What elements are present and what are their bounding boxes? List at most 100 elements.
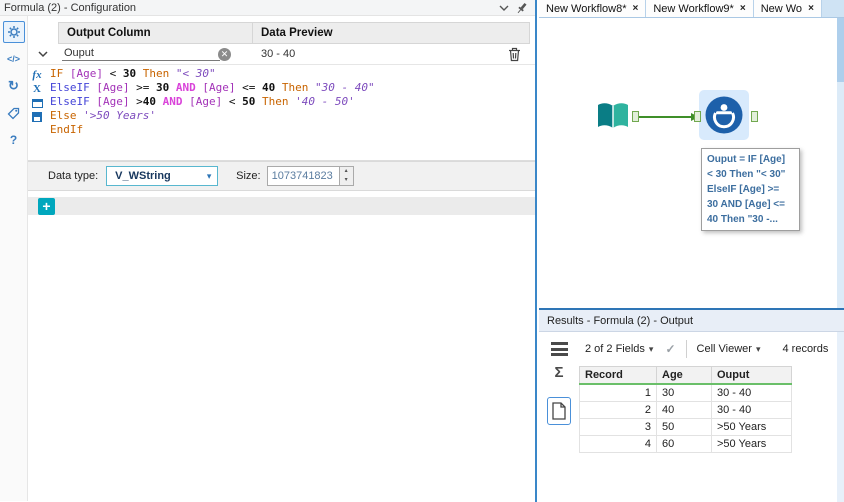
add-expression-button[interactable]: + [38, 197, 55, 215]
spinner-down-icon[interactable]: ▾ [340, 176, 353, 185]
size-input[interactable] [266, 166, 339, 186]
data-type-value: V_WString [115, 170, 171, 182]
table-cell: 30 - 40 [711, 383, 792, 402]
expression-grid-header: Output Column Data Preview [28, 22, 535, 44]
formula-line: ElseIF [Age] >40 AND [Age] < 50 Then '40… [50, 95, 355, 108]
size-field-wrap: ▴ ▾ [266, 166, 354, 186]
function-icon[interactable]: fx [32, 68, 41, 82]
refresh-icon[interactable]: ↻ [3, 75, 25, 97]
configuration-body: </> ↻ ? Output Column Data Preview ✕ [0, 16, 535, 501]
configuration-title-bar: Formula (2) - Configuration [0, 0, 535, 16]
expand-chevron-icon[interactable] [28, 50, 58, 58]
table-row[interactable]: 4 60 >50 Years [579, 435, 792, 453]
fields-dropdown[interactable]: 2 of 2 Fields ▾ [585, 343, 653, 355]
results-header-row: Record Age Ouput [579, 366, 792, 385]
toolbar-divider [685, 340, 687, 358]
workflow-tab-label: New Wo [760, 2, 803, 15]
window-icon[interactable] [31, 96, 43, 110]
tool-annotation[interactable]: Ouput = IF [Age] < 30 Then "< 30" ElseIF [… [701, 148, 800, 231]
gear-icon[interactable] [2, 21, 25, 43]
formula-code[interactable]: IF [Age] < 30 Then "< 30" ElseIF [Age] >=… [46, 65, 535, 160]
tag-icon[interactable] [3, 102, 25, 124]
help-icon[interactable]: ? [3, 129, 25, 151]
results-scrollbar[interactable] [837, 332, 844, 502]
tab-close-icon[interactable]: × [740, 3, 746, 14]
data-type-row: Data type: V_WString ▾ Size: ▴ ▾ [28, 161, 535, 191]
expression-row: ✕ 30 - 40 [28, 44, 535, 65]
output-column-input[interactable] [62, 47, 220, 61]
formula-tool[interactable] [705, 96, 743, 134]
delete-expression-icon[interactable] [508, 47, 521, 62]
tab-close-icon[interactable]: × [633, 3, 639, 14]
table-row[interactable]: 3 50 >50 Years [579, 418, 792, 436]
table-cell: 30 [656, 383, 712, 402]
workflow-canvas[interactable]: Ouput = IF [Age] < 30 Then "< 30" ElseIF [… [539, 18, 844, 308]
cell-viewer-dropdown[interactable]: Cell Viewer ▾ [697, 343, 761, 355]
table-cell: 2 [579, 401, 657, 419]
disk-icon-shape [32, 112, 42, 122]
clear-icon[interactable]: ✕ [218, 47, 231, 61]
help-icon-glyph: ? [9, 133, 18, 147]
workspace-area: New Workflow8* × New Workflow9* × New Wo × [539, 0, 844, 502]
table-cell: 50 [656, 418, 712, 436]
panel-title: Formula (2) - Configuration [4, 1, 137, 14]
cell-viewer-label: Cell Viewer [696, 343, 752, 355]
workflow-tab[interactable]: New Wo × [753, 0, 822, 17]
chevron-down-icon[interactable] [495, 1, 513, 15]
results-col-header[interactable]: Record [579, 366, 657, 385]
text-input-tool[interactable] [594, 98, 632, 136]
results-main: 2 of 2 Fields ▾ ✓ Cell Viewer ▾ 4 record… [579, 332, 844, 502]
table-cell: 3 [579, 418, 657, 436]
formula-line: Else '>50 Years' [50, 109, 156, 122]
size-spinner[interactable]: ▴ ▾ [338, 166, 354, 186]
apply-check-icon[interactable]: ✓ [665, 342, 675, 356]
annotation-line: Ouput = IF [Age] [707, 154, 786, 165]
table-cell: >50 Years [711, 435, 792, 453]
spinner-up-icon[interactable]: ▴ [340, 167, 353, 176]
results-panel: Results - Formula (2) - Output Σ 2 of 2 … [539, 308, 844, 502]
data-preview-value: 30 - 40 [261, 48, 296, 60]
formula-configuration: Output Column Data Preview ✕ 30 - 40 f [28, 16, 535, 501]
table-cell: 4 [579, 435, 657, 453]
workflow-tab-label: New Workflow8* [546, 2, 627, 15]
results-body: Σ 2 of 2 Fields ▾ ✓ Cell Viewer ▾ 4 reco… [539, 332, 844, 502]
workflow-tab[interactable]: New Workflow8* × [539, 0, 647, 17]
formula-editor: fx X IF [Age] < 30 Then "< 30" ElseIF [Ag… [28, 65, 535, 161]
results-col-header[interactable]: Ouput [711, 366, 792, 385]
preview-page-icon[interactable] [547, 397, 571, 425]
code-icon[interactable]: </> [3, 48, 25, 70]
table-cell: 30 - 40 [711, 401, 792, 419]
annotation-line: < 30 Then "< 30" [707, 169, 786, 180]
table-row[interactable]: 1 30 30 - 40 [579, 383, 792, 402]
workflow-tab[interactable]: New Workflow9* × [646, 0, 754, 17]
variable-icon[interactable]: X [33, 82, 41, 96]
code-icon-glyph: </> [6, 54, 20, 64]
canvas-scrollbar[interactable] [837, 18, 844, 308]
scrollbar-thumb[interactable] [837, 18, 844, 82]
save-expression-icon[interactable] [32, 110, 42, 124]
output-anchor[interactable] [632, 111, 639, 122]
output-anchor[interactable] [751, 111, 758, 122]
data-type-label: Data type: [48, 170, 99, 182]
workflow-tab-bar: New Workflow8* × New Workflow9* × New Wo × [539, 0, 844, 18]
formula-line: IF [Age] < 30 Then "< 30" [50, 67, 216, 80]
add-expression-row: + [28, 197, 535, 215]
workflow-tab-label: New Workflow9* [653, 2, 734, 15]
chevron-down-icon: ▾ [648, 343, 654, 354]
table-cell: 1 [579, 383, 657, 402]
input-anchor[interactable] [694, 111, 701, 122]
refresh-icon-glyph: ↻ [8, 78, 19, 93]
data-type-select[interactable]: V_WString ▾ [106, 166, 219, 186]
metadata-view-icon[interactable]: Σ [554, 365, 563, 381]
data-preview-header: Data Preview [253, 22, 530, 44]
pin-icon[interactable] [513, 1, 531, 15]
formula-line: ElseIF [Age] >= 30 AND [Age] <= 40 Then … [50, 81, 375, 94]
tab-close-icon[interactable]: × [808, 3, 814, 14]
formula-line: EndIf [50, 123, 84, 136]
table-row[interactable]: 2 40 30 - 40 [579, 401, 792, 419]
results-col-header[interactable]: Age [656, 366, 712, 385]
configuration-panel: Formula (2) - Configuration </> ↻ ? Outp… [0, 0, 537, 502]
record-count: 4 records [782, 343, 829, 355]
editor-icon-gutter: fx X [28, 65, 46, 160]
table-view-icon[interactable] [550, 342, 568, 356]
